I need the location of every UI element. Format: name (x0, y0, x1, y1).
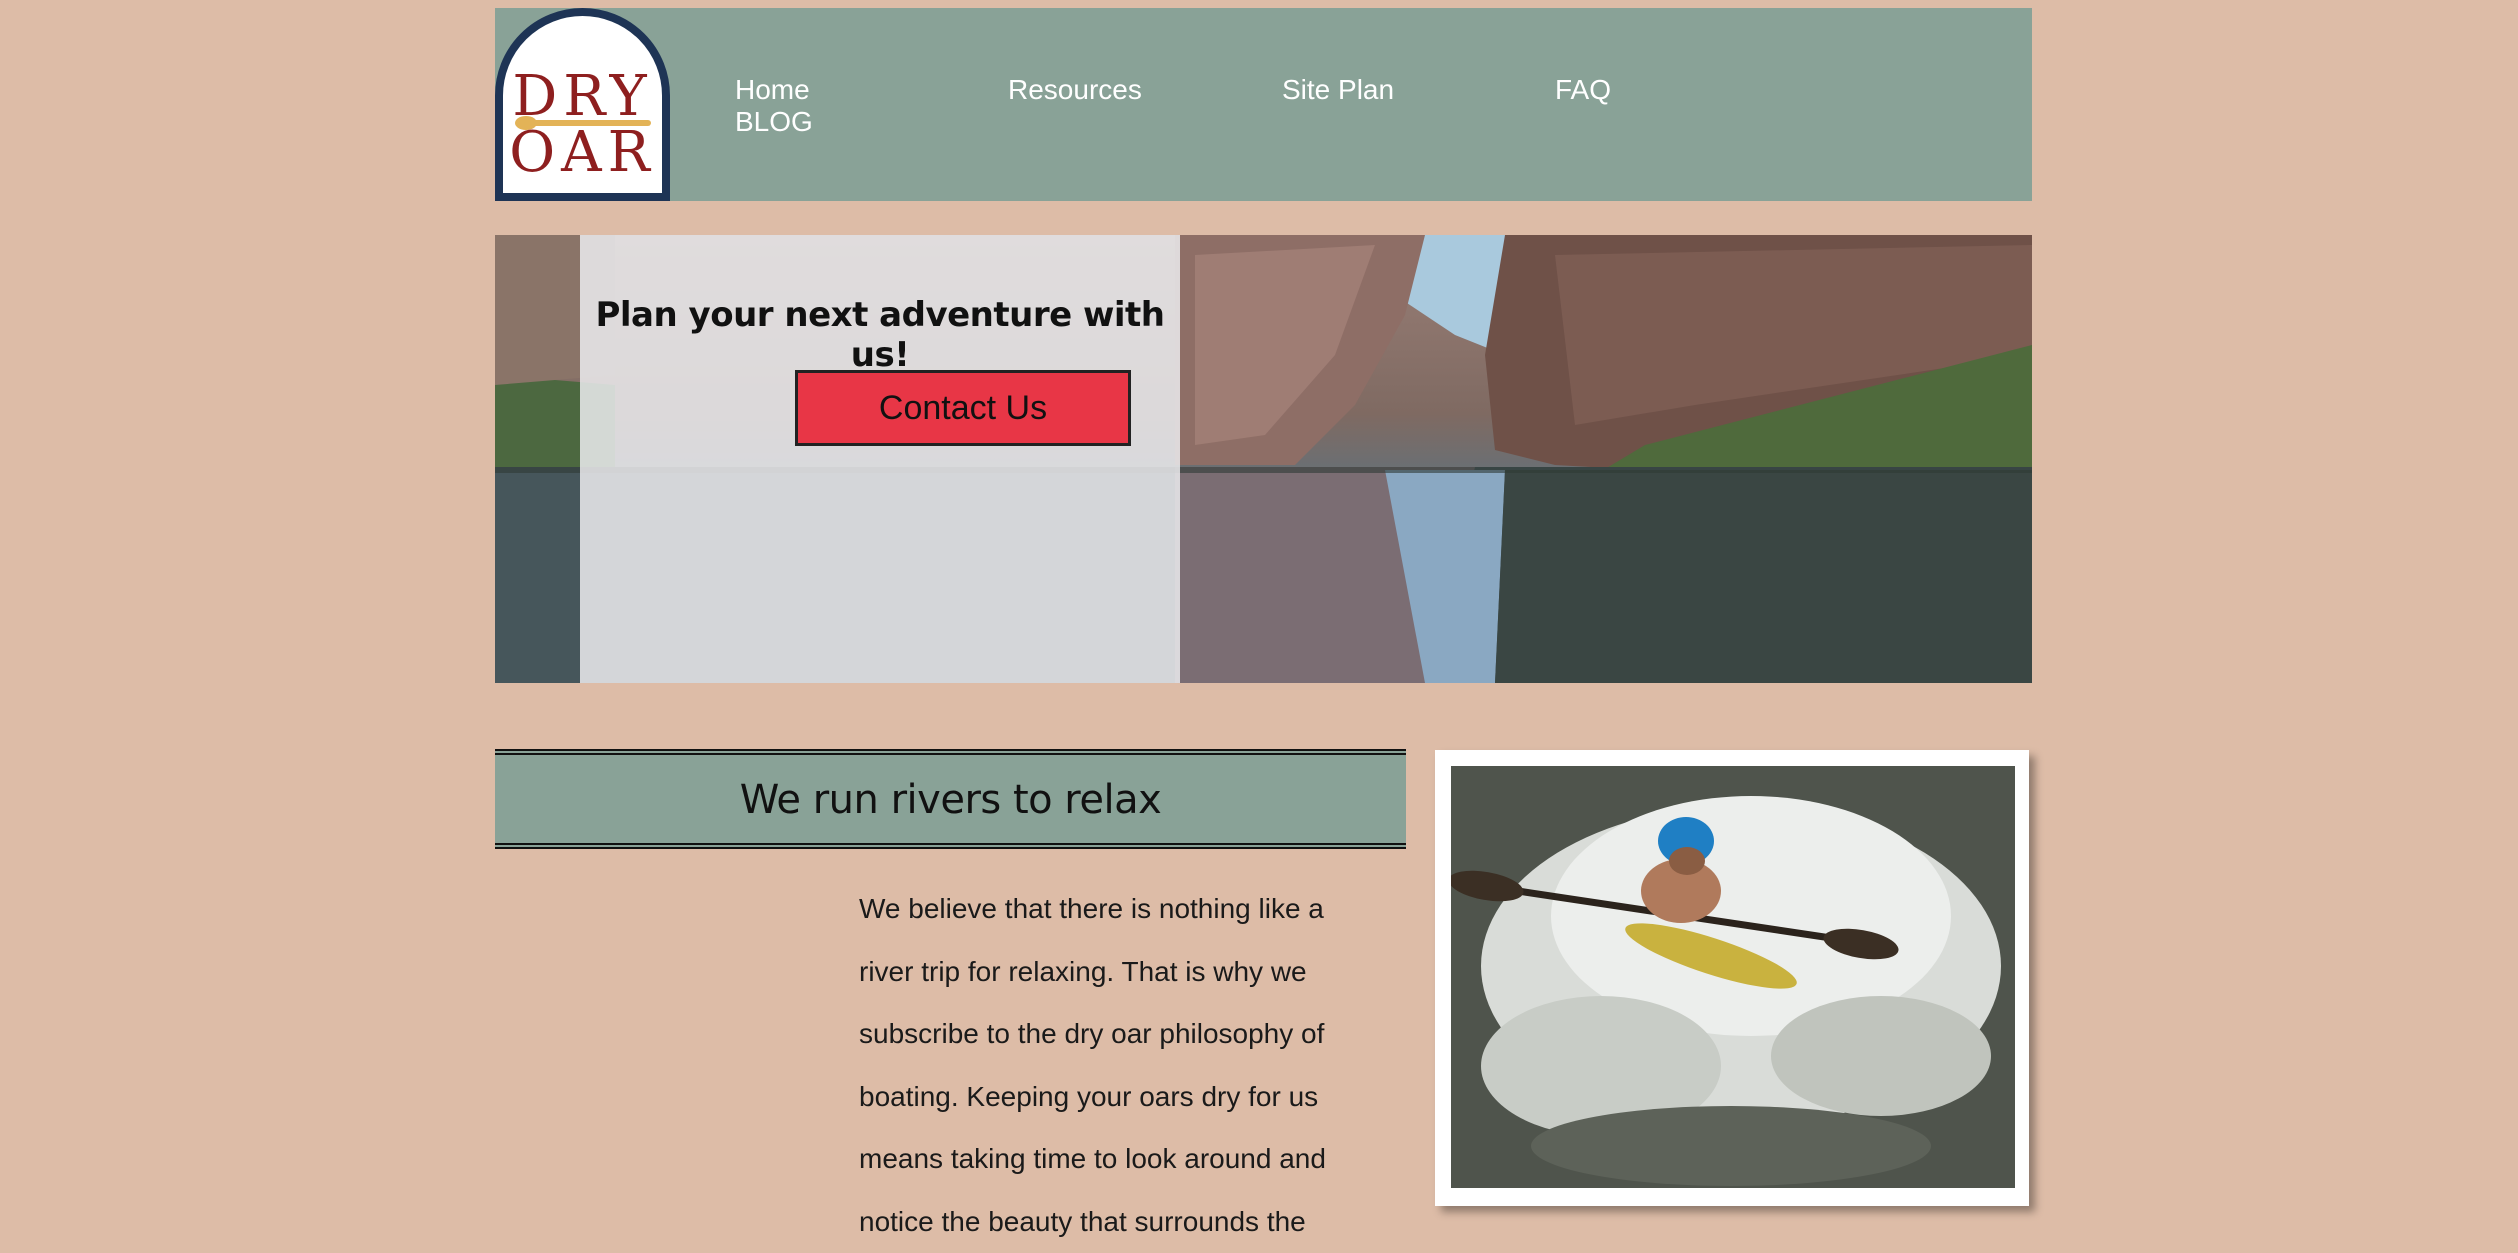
nav-faq[interactable]: FAQ (1555, 74, 1611, 106)
nav-blog[interactable]: BLOG (735, 106, 813, 138)
contact-us-button[interactable]: Contact Us (795, 370, 1131, 446)
logo-line-2: OAR (509, 120, 656, 185)
section-header: We run rivers to relax (495, 749, 1406, 849)
section-title: We run rivers to relax (739, 777, 1162, 823)
kayaker-photo (1451, 766, 2015, 1188)
nav-resources[interactable]: Resources (1008, 74, 1142, 106)
intro-paragraph: We believe that there is nothing like a … (859, 893, 1326, 1237)
nav-home[interactable]: Home (735, 74, 810, 106)
dry-oar-logo[interactable]: DRY OAR (495, 8, 670, 201)
hero-banner: Plan your next adventure with us! Contac… (495, 235, 2032, 683)
hero-overlay-panel: Plan your next adventure with us! Contac… (580, 235, 1180, 683)
page: DRY OAR Home Resources Site Plan FAQ BLO… (495, 8, 2032, 1248)
hero-heading: Plan your next adventure with us! (595, 295, 1165, 375)
site-header: DRY OAR Home Resources Site Plan FAQ BLO… (495, 8, 2032, 201)
nav-site-plan[interactable]: Site Plan (1282, 74, 1394, 106)
kayaker-photo-frame (1435, 750, 2029, 1206)
